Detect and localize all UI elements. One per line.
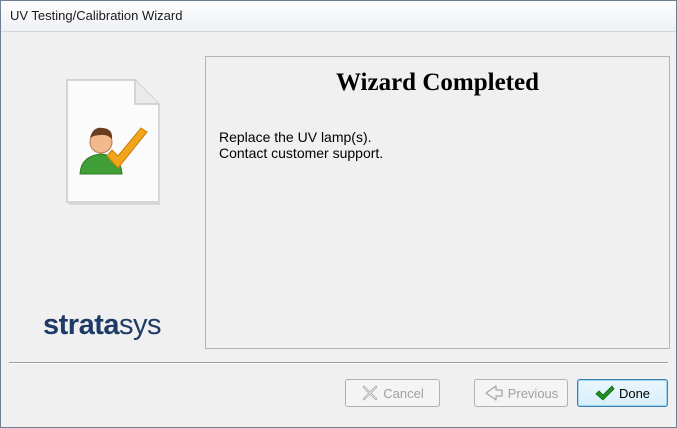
content-panel: Wizard Completed Replace the UV lamp(s).…	[205, 56, 670, 349]
done-label: Done	[618, 385, 651, 401]
previous-label: Previous	[507, 385, 559, 401]
stratasys-logo: stratasys	[43, 309, 162, 342]
done-button[interactable]: Done	[577, 379, 668, 407]
title-bar[interactable]: UV Testing/Calibration Wizard	[1, 1, 676, 32]
checkmark-icon	[595, 385, 615, 401]
message-line: Replace the UV lamp(s).	[219, 129, 372, 145]
close-x-icon	[363, 385, 378, 401]
divider	[9, 362, 668, 364]
previous-button[interactable]: Previous	[474, 379, 568, 407]
wizard-sidebar: stratasys	[9, 32, 203, 350]
document-user-check-icon	[66, 79, 160, 205]
wizard-window: UV Testing/Calibration Wizard stratasys …	[0, 0, 677, 428]
logo-bold-part: strata	[43, 309, 120, 341]
message-line: Contact customer support.	[219, 145, 384, 161]
arrow-left-icon	[485, 385, 503, 401]
logo-light-part: sys	[119, 309, 162, 341]
cancel-button[interactable]: Cancel	[345, 379, 440, 407]
cancel-label: Cancel	[383, 385, 424, 401]
window-title: UV Testing/Calibration Wizard	[10, 8, 183, 23]
completion-message: Replace the UV lamp(s). Contact customer…	[219, 129, 383, 161]
page-title: Wizard Completed	[336, 69, 539, 96]
